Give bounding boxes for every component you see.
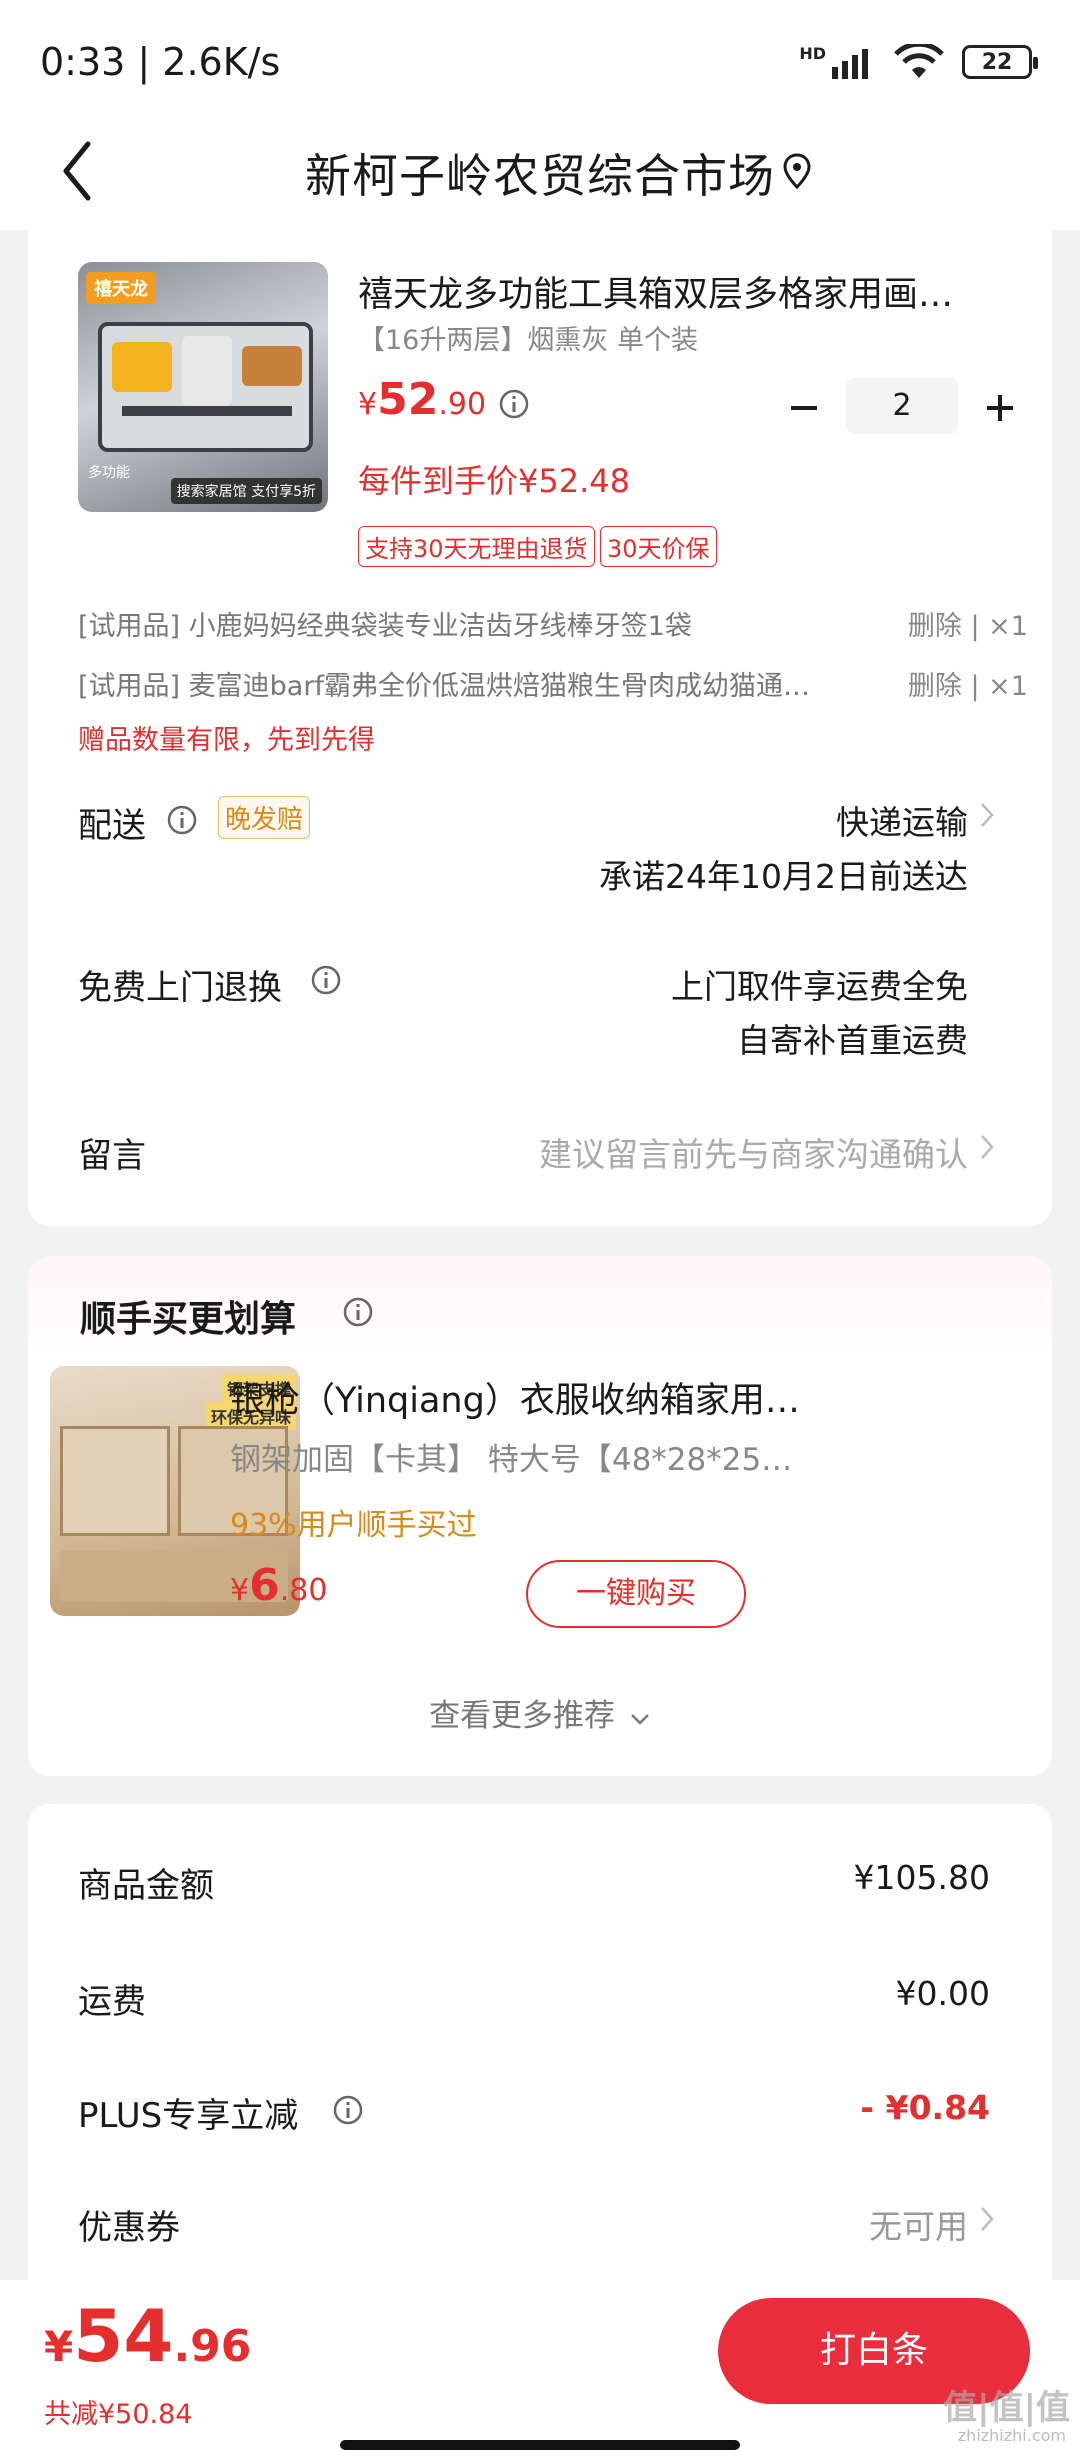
summary-value-coupon[interactable]: 无可用: [869, 2200, 968, 2248]
returns-line1: 上门取件享运费全免: [671, 967, 968, 1006]
home-indicator[interactable]: [340, 2440, 740, 2450]
battery-level: 22: [981, 49, 1013, 75]
price-info-icon[interactable]: [498, 388, 530, 420]
upsell-card: 顺手买更划算 钢架支撑 环保无异味 银枪（Yinqiang）衣服收纳箱家用… 钢…: [28, 1256, 1052, 1776]
hd-label: HD: [799, 43, 826, 63]
gift-action[interactable]: 删除 | ×1: [908, 664, 1028, 703]
gift-note: 赠品数量有限，先到先得: [78, 725, 375, 756]
summary-label-coupon: 优惠券: [78, 2208, 180, 2248]
delivery-label: 配送: [78, 806, 146, 846]
summary-value-shipping: ¥0.00: [895, 1974, 990, 2013]
gift-item: [试用品] 麦富迪barf霸弗全价低温烘焙猫粮生骨肉成幼猫通… 删除 | ×1: [78, 664, 1028, 703]
wifi-icon: [894, 44, 944, 78]
see-more-label[interactable]: 查看更多推荐: [429, 1698, 615, 1734]
watermark-url: zhizhizhi.com: [957, 2426, 1066, 2445]
location-pin-icon[interactable]: [782, 152, 812, 190]
delivery-promise: 承诺24年10月2日前送达: [599, 857, 968, 896]
summary-label-goods: 商品金额: [78, 1866, 214, 1906]
upsell-social-proof: 93%用户顺手买过: [230, 1508, 477, 1543]
summary-label-shipping: 运费: [78, 1982, 146, 2022]
delivery-method[interactable]: 快递运输: [836, 796, 968, 844]
summary-value-goods: ¥105.80: [853, 1858, 990, 1897]
checkout-bar: ¥54.96 共减¥50.84 打白条 值|值|值 zhizhizhi.com: [0, 2280, 1080, 2460]
toolbox-image: [98, 322, 313, 452]
brand-logo: 禧天龙: [86, 272, 156, 304]
upsell-spec[interactable]: 钢架加固【卡其】 特大号【48*28*25…: [230, 1434, 820, 1479]
signal-icon: [832, 49, 868, 79]
product-title[interactable]: 禧天龙多功能工具箱双层多格家用画…: [358, 266, 1008, 317]
thumb-tag: 多功能: [88, 465, 130, 481]
total-saved: 共减¥50.84: [44, 2399, 193, 2430]
chevron-right-icon[interactable]: [978, 800, 996, 830]
return-tag: 支持30天无理由退货: [358, 526, 595, 567]
order-item-card: 禧天龙 多功能 搜索家居馆 支付享5折 禧天龙多功能工具箱双层多格家用画… 【1…: [28, 230, 1052, 1226]
product-price: ¥52.90: [358, 374, 487, 425]
chevron-down-icon[interactable]: [629, 1712, 651, 1726]
status-bar: 0:33 | 2.6K/s HD 22: [0, 0, 1080, 120]
message-label: 留言: [78, 1136, 146, 1176]
minus-icon[interactable]: [788, 392, 820, 424]
see-more-recommendations[interactable]: 查看更多推荐: [28, 1690, 1052, 1735]
price-protect-tag: 30天价保: [600, 526, 717, 567]
total-price: ¥54.96: [44, 2294, 252, 2378]
upsell-info-icon[interactable]: [342, 1296, 374, 1328]
chevron-right-icon[interactable]: [978, 2204, 996, 2234]
product-spec[interactable]: 【16升两层】烟熏灰 单个装: [358, 318, 698, 357]
returns-info-icon[interactable]: [310, 964, 342, 996]
page-title: 新柯子岭农贸综合市场: [305, 149, 775, 203]
header: 新柯子岭农贸综合市场: [0, 110, 1080, 230]
upsell-title: 顺手买更划算: [80, 1299, 297, 1340]
upsell-product-title[interactable]: 银枪（Yinqiang）衣服收纳箱家用…: [230, 1372, 1010, 1423]
plus-info-icon[interactable]: [332, 2094, 364, 2126]
summary-label-plus: PLUS专享立减: [78, 2096, 299, 2136]
one-click-buy-button[interactable]: 一键购买: [526, 1560, 746, 1628]
final-unit-price: 每件到手价¥52.48: [358, 462, 630, 500]
gift-label: [试用品] 小鹿妈妈经典袋装专业洁齿牙线棒牙签1袋: [78, 611, 692, 642]
late-compensation-badge: 晚发赔: [218, 796, 311, 839]
summary-value-plus: - ¥0.84: [860, 2088, 990, 2127]
chevron-right-icon[interactable]: [978, 1132, 996, 1162]
gift-item: [试用品] 小鹿妈妈经典袋装专业洁齿牙线棒牙签1袋 删除 | ×1: [78, 604, 1028, 643]
delivery-info-icon[interactable]: [166, 804, 198, 836]
product-thumbnail[interactable]: 禧天龙 多功能 搜索家居馆 支付享5折: [78, 262, 328, 512]
plus-icon[interactable]: [984, 392, 1016, 424]
status-time: 0:33 | 2.6K/s: [40, 40, 281, 84]
quantity-value[interactable]: 2: [846, 378, 958, 434]
quantity-stepper[interactable]: 2: [788, 378, 1038, 438]
status-icons: HD 22: [799, 43, 1038, 80]
gift-action[interactable]: 删除 | ×1: [908, 604, 1028, 643]
battery-icon: 22: [962, 45, 1038, 79]
watermark: 值|值|值: [943, 2388, 1070, 2428]
returns-line2: 自寄补首重运费: [737, 1021, 968, 1060]
returns-label: 免费上门退换: [78, 968, 282, 1008]
gift-label: [试用品] 麦富迪barf霸弗全价低温烘焙猫粮生骨肉成幼猫通…: [78, 671, 810, 702]
storage-box-image: [60, 1426, 170, 1536]
message-input[interactable]: 建议留言前先与商家沟通确认: [539, 1128, 968, 1176]
thumb-banner: 搜索家居馆 支付享5折: [170, 478, 322, 504]
upsell-price: ¥6.80: [230, 1560, 328, 1611]
